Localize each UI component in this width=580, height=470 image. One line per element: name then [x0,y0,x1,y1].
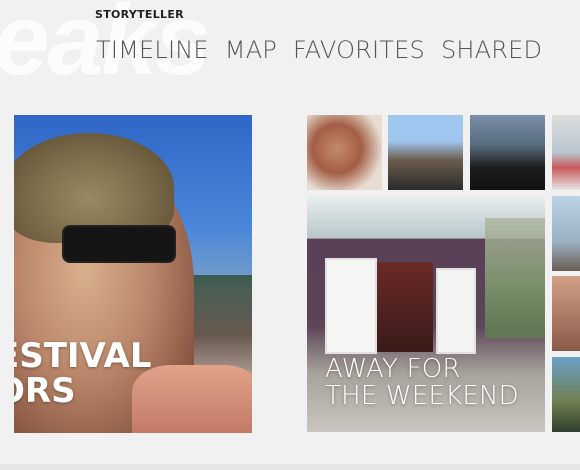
story-tile-festival[interactable]: ESTIVAL ORS [14,115,252,433]
cabin-door-image [325,258,377,354]
sunglasses-image [64,227,174,261]
app-title: STORYTELLER [95,8,184,21]
story-tile-partial[interactable] [552,115,580,190]
story-tile-weekend[interactable]: AWAY FOR THE WEEKEND [307,196,545,432]
tile-caption: ESTIVAL ORS [14,336,152,411]
story-tile-thumbnail-mountains[interactable] [470,115,545,190]
story-tile-partial[interactable] [552,357,580,432]
nav-tab-timeline[interactable]: TIMELINE [96,36,209,64]
story-tile-partial[interactable] [552,196,580,271]
nav-tab-map[interactable]: MAP [225,36,277,64]
bottom-strip [0,464,580,470]
cabin-door-image [436,268,476,354]
story-tile-thumbnail-people[interactable] [388,115,463,190]
main-navigation: TIMELINE MAP FAVORITES SHARED [96,36,542,64]
nav-tab-shared[interactable]: SHARED [441,36,542,64]
story-tile-partial[interactable] [552,276,580,351]
cabin-interior-image [375,262,433,352]
tile-caption: AWAY FOR THE WEEKEND [325,354,519,411]
trees-image [485,218,545,338]
nav-tab-favorites[interactable]: FAVORITES [293,36,425,64]
story-tile-thumbnail-food[interactable] [307,115,382,190]
